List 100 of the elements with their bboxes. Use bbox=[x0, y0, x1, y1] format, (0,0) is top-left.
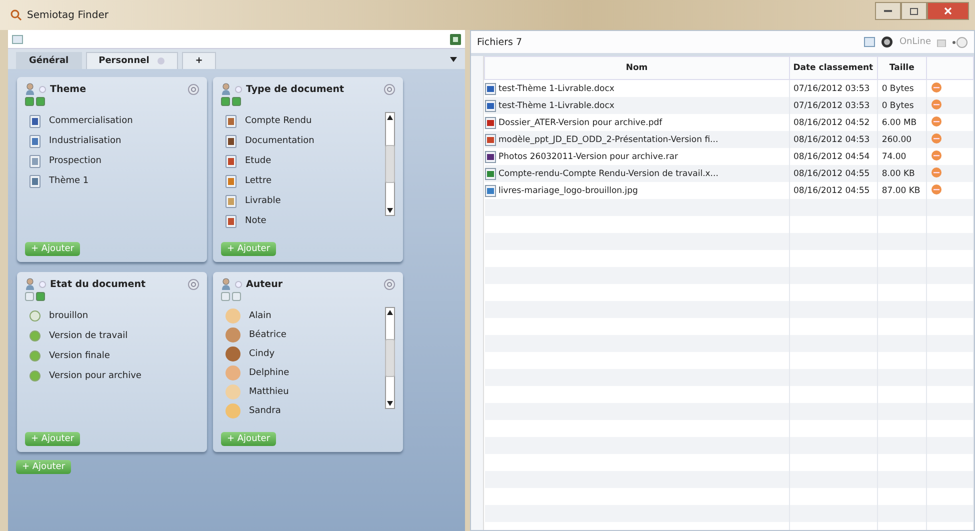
toggle-icon[interactable] bbox=[232, 292, 241, 301]
up-arrow-icon[interactable] bbox=[387, 115, 393, 120]
app-icon bbox=[10, 9, 22, 21]
table-cell: 74.00 bbox=[882, 152, 906, 162]
toggle-icon[interactable] bbox=[221, 292, 230, 301]
settings-icon[interactable] bbox=[188, 278, 199, 290]
down-arrow-icon[interactable] bbox=[387, 401, 393, 406]
table-cell: 260.00 bbox=[882, 134, 912, 144]
column-header[interactable]: Nom bbox=[626, 63, 648, 73]
filter-item[interactable]: Commercialisation bbox=[49, 116, 133, 126]
window-icon[interactable] bbox=[12, 34, 23, 44]
scrollbar[interactable] bbox=[385, 112, 395, 216]
circle-icon bbox=[29, 310, 41, 322]
filter-item[interactable]: Cindy bbox=[249, 348, 275, 358]
radio-icon[interactable] bbox=[39, 280, 46, 288]
close-button[interactable] bbox=[927, 2, 969, 20]
filter-item[interactable]: Lettre bbox=[245, 176, 272, 186]
circle-icon bbox=[29, 330, 41, 342]
filter-item[interactable]: Thème 1 bbox=[49, 176, 89, 186]
window-title: Semiotag Finder bbox=[27, 10, 110, 20]
table-cell: 08/16/2012 04:52 bbox=[794, 118, 870, 128]
filter-item[interactable]: Etude bbox=[245, 156, 272, 166]
down-arrow-icon[interactable] bbox=[387, 208, 393, 213]
settings-icon[interactable] bbox=[384, 84, 395, 94]
filter-item[interactable]: Version pour archive bbox=[49, 371, 142, 381]
table-cell: 0 Bytes bbox=[882, 100, 914, 110]
table-cell: 08/16/2012 04:55 bbox=[794, 186, 870, 196]
toggle-icon[interactable] bbox=[232, 97, 241, 106]
radio-icon[interactable] bbox=[235, 86, 242, 92]
settings-icon[interactable] bbox=[952, 36, 968, 48]
settings-icon[interactable] bbox=[384, 278, 395, 290]
toggle-icon[interactable] bbox=[36, 292, 45, 301]
filter-item[interactable]: brouillon bbox=[49, 311, 88, 321]
filter-item[interactable]: Alain bbox=[249, 310, 272, 320]
document-icon bbox=[225, 214, 237, 228]
radio-icon[interactable] bbox=[235, 280, 242, 288]
scrollbar[interactable] bbox=[385, 307, 395, 409]
avatar-icon bbox=[225, 326, 241, 342]
tab[interactable]: Personnel bbox=[86, 52, 178, 69]
avatar-icon bbox=[225, 384, 241, 400]
filter-item[interactable]: Version finale bbox=[49, 351, 110, 361]
remove-icon[interactable] bbox=[931, 98, 942, 110]
radio-icon[interactable] bbox=[39, 86, 46, 92]
remove-icon[interactable] bbox=[931, 150, 942, 160]
file-icon bbox=[484, 116, 496, 128]
filter-item[interactable]: Prospection bbox=[49, 156, 102, 166]
table-cell: 07/16/2012 03:53 bbox=[794, 84, 870, 94]
toggle-icon[interactable] bbox=[221, 97, 230, 106]
toggle-icon[interactable] bbox=[450, 34, 461, 44]
filter-item[interactable]: Documentation bbox=[245, 136, 314, 146]
document-icon bbox=[225, 114, 237, 128]
toggle-icon[interactable] bbox=[25, 292, 34, 301]
table-cell: 08/16/2012 04:55 bbox=[794, 168, 870, 178]
table-cell: 08/16/2012 04:54 bbox=[794, 152, 870, 162]
remove-icon[interactable] bbox=[931, 116, 942, 126]
avatar-icon bbox=[225, 346, 241, 362]
tab[interactable]: Général bbox=[16, 52, 82, 69]
table-cell: 87.00 KB bbox=[882, 186, 920, 196]
file-icon bbox=[484, 150, 496, 162]
document-icon bbox=[29, 174, 41, 188]
filter-item[interactable]: Sandra bbox=[249, 406, 281, 416]
window-icon[interactable] bbox=[864, 37, 876, 47]
document-icon bbox=[29, 114, 41, 128]
user-icon bbox=[25, 278, 35, 290]
avatar-icon bbox=[225, 402, 241, 418]
remove-icon[interactable] bbox=[931, 82, 942, 92]
maximize-button[interactable] bbox=[901, 2, 927, 20]
filter-item[interactable]: Compte Rendu bbox=[245, 116, 312, 126]
dropdown-icon[interactable] bbox=[450, 57, 457, 62]
toggle-icon[interactable] bbox=[25, 97, 34, 106]
remove-icon[interactable] bbox=[931, 132, 942, 144]
card-title: Auteur bbox=[246, 278, 284, 290]
filter-item[interactable]: Version de travail bbox=[49, 331, 128, 341]
close-icon[interactable] bbox=[157, 57, 166, 65]
minimize-icon bbox=[884, 9, 892, 13]
document-icon bbox=[225, 154, 237, 168]
table-cell: 6.00 MB bbox=[882, 118, 917, 128]
filter-item[interactable]: Note bbox=[245, 216, 266, 226]
toggle-icon[interactable] bbox=[36, 97, 45, 106]
filter-item[interactable]: Matthieu bbox=[249, 386, 289, 396]
filter-item[interactable]: Béatrice bbox=[249, 330, 286, 340]
filter-item[interactable]: Industrialisation bbox=[49, 136, 122, 146]
table-cell: livres-mariage_logo-brouillon.jpg bbox=[498, 186, 638, 196]
remove-icon[interactable] bbox=[931, 184, 942, 194]
up-arrow-icon[interactable] bbox=[387, 310, 393, 315]
tab[interactable]: + bbox=[182, 52, 216, 69]
filter-item[interactable]: Delphine bbox=[249, 368, 290, 378]
table-cell: test-Thème 1-Livrable.docx bbox=[498, 100, 614, 110]
table-cell: Dossier_ATER-Version pour archive.pdf bbox=[498, 118, 662, 128]
document-icon bbox=[29, 134, 41, 148]
avatar-icon bbox=[225, 308, 241, 324]
maximize-icon bbox=[910, 8, 918, 14]
circle-icon bbox=[29, 350, 41, 362]
filter-item[interactable]: Livrable bbox=[245, 196, 281, 206]
minimize-button[interactable] bbox=[875, 2, 901, 20]
card-title: Theme bbox=[50, 84, 88, 94]
remove-icon[interactable] bbox=[931, 166, 942, 178]
settings-icon[interactable] bbox=[188, 84, 199, 94]
file-icon bbox=[484, 82, 496, 94]
user-icon bbox=[221, 83, 231, 95]
